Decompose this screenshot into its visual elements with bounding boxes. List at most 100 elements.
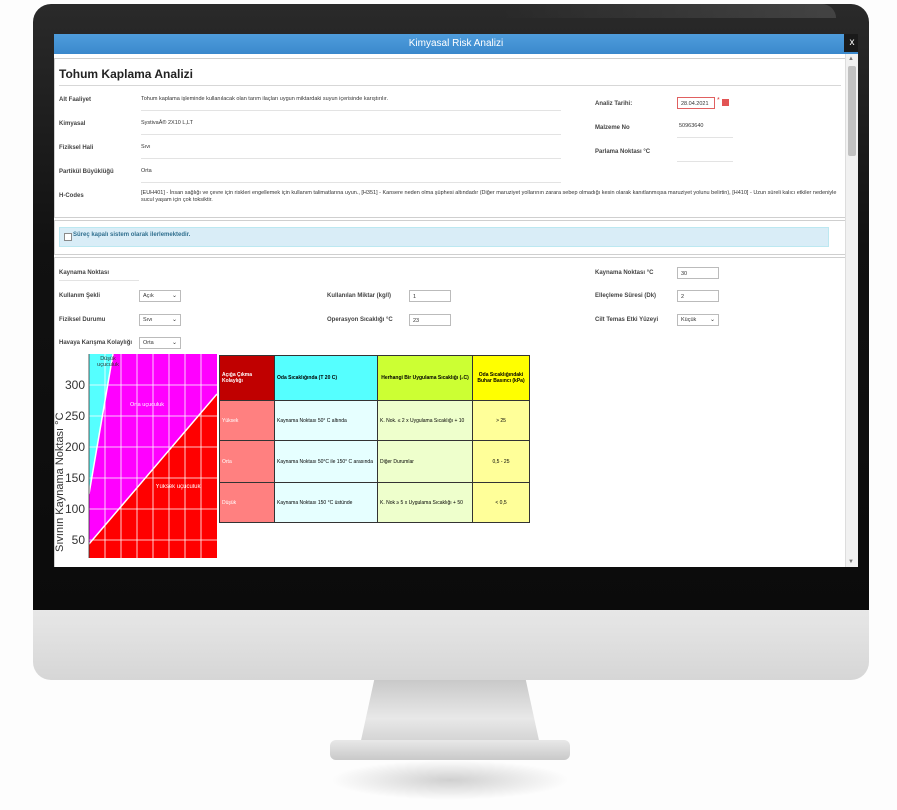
parlama-noktasi-label: Parlama Noktası °C	[595, 149, 651, 155]
havaya-karisma-select[interactable]: Orta ⌄	[139, 337, 181, 349]
screen: Kimyasal Risk Analizi x Tohum Kaplama An…	[54, 34, 858, 567]
kullanilan-miktar-input[interactable]: 1	[409, 290, 451, 302]
table-cell: Kaynama Noktası 150 °C üstünde	[274, 482, 378, 523]
page-title: Tohum Kaplama Analizi	[59, 67, 194, 81]
fiziksel-durumu-value: Sıvı	[143, 317, 153, 323]
monitor-reflection	[500, 4, 836, 18]
table-cell: Yüksek	[219, 400, 275, 441]
kimyasal-value: SystivaÂ® 2X10 L,LT	[141, 120, 193, 126]
info-bar: Süreç kapalı sistem olarak ilerlemektedi…	[59, 227, 829, 247]
havaya-karisma-label: Havaya Karışma Kolaylığı	[59, 340, 133, 346]
table-cell: Kaynama Noktası 50°C ile 150° C arasında	[274, 440, 378, 483]
modal-content: Tohum Kaplama Analizi Alt Faaliyet Tohum…	[54, 54, 846, 567]
chart-region-mid-label: Orta uçuculuk	[130, 402, 164, 408]
table-cell: < 0,5	[472, 482, 530, 523]
chart-y-tick: 250	[65, 409, 85, 423]
alt-faaliyet-label: Alt Faaliyet	[59, 97, 92, 103]
chevron-down-icon: ⌄	[171, 293, 177, 299]
analiz-tarihi-input[interactable]: 28.04.2021	[677, 97, 715, 109]
stand-shadow	[330, 760, 570, 800]
kimyasal-label: Kimyasal	[59, 121, 86, 127]
fiziksel-durumu-label: Fiziksel Durumu	[59, 317, 106, 323]
h-codes-label: H-Codes	[59, 193, 84, 199]
field-underline	[141, 110, 561, 111]
malzeme-no-label: Malzeme No	[595, 125, 630, 131]
field-underline	[141, 182, 561, 183]
field-underline	[59, 280, 139, 281]
closed-system-label: Süreç kapalı sistem olarak ilerlemektedi…	[73, 232, 191, 238]
exposure-panel: Kaynama Noktası Kullanım Şekli Açık ⌄ Fiz…	[54, 257, 846, 567]
table-cell: Kaynama Noktası 50° C altında	[274, 400, 378, 441]
table-row: Yüksek Kaynama Noktası 50° C altında K. …	[219, 400, 530, 441]
volatility-reference-table: Açığa Çıkma Kolaylığı Oda Sıcaklığında (…	[219, 355, 530, 523]
chevron-down-icon: ⌄	[171, 317, 177, 323]
field-underline	[141, 158, 561, 159]
table-row: Düşük Kaynama Noktası 150 °C üstünde K. …	[219, 482, 530, 523]
chart-region-low-label: Düşük uçuculuk	[97, 356, 119, 368]
table-cell: Diğer Durumlar	[377, 440, 473, 483]
etkilesme-suresi-label: Elleçleme Süresi (Dk)	[595, 293, 657, 299]
analysis-info-panel: Tohum Kaplama Analizi Alt Faaliyet Tohum…	[54, 58, 846, 218]
cilt-temas-select[interactable]: Küçük ⌄	[677, 314, 719, 326]
required-mark: *	[717, 97, 720, 104]
partikul-value: Orta	[141, 168, 152, 174]
kullanim-sekli-label: Kullanım Şekli	[59, 293, 101, 299]
table-header-cell: Herhangi Bir Uygulama Sıcaklığı (₀C)	[377, 355, 473, 401]
operasyon-sicakligi-label: Operasyon Sıcaklığı °C	[327, 317, 393, 323]
kaynama-noktasi-c-label: Kaynama Noktası °C	[595, 270, 654, 276]
closed-system-checkbox[interactable]	[64, 233, 72, 241]
havaya-karisma-value: Orta	[143, 340, 154, 346]
fiziksel-durumu-select[interactable]: Sıvı ⌄	[139, 314, 181, 326]
cilt-temas-label: Cilt Temas Etki Yüzeyi	[595, 317, 659, 323]
chart-y-tick: 100	[65, 502, 85, 516]
scroll-down-icon[interactable]: ▼	[848, 559, 854, 565]
etkilesme-suresi-input[interactable]: 2	[677, 290, 719, 302]
chart-region-high-label: Yüksek uçuculuk	[155, 484, 201, 490]
cilt-temas-value: Küçük	[681, 317, 697, 323]
h-codes-value: [EUH401] - İnsan sağlığı ve çevre için r…	[141, 190, 837, 203]
field-underline	[677, 137, 733, 138]
alt-faaliyet-value: Tohum kaplama işleminde kullanılacak ola…	[141, 96, 388, 102]
table-cell: K. Nok. ≤ 2 x Uygulama Sıcaklığı + 10	[377, 400, 473, 441]
monitor-stand-neck	[360, 679, 540, 745]
monitor-chin	[33, 598, 869, 680]
vertical-scrollbar[interactable]: ▲ ▼	[845, 54, 858, 567]
table-header-row: Açığa Çıkma Kolaylığı Oda Sıcaklığında (…	[219, 355, 530, 401]
scroll-up-icon[interactable]: ▲	[848, 56, 854, 62]
field-underline	[677, 161, 733, 162]
fiziksel-hali-label: Fiziksel Hali	[59, 145, 94, 151]
modal-title: Kimyasal Risk Analizi	[408, 38, 504, 49]
table-cell: 0,5 - 25	[472, 440, 530, 483]
kullanim-sekli-select[interactable]: Açık ⌄	[139, 290, 181, 302]
table-cell: K. Nok ≥ 5 x Uygulama Sıcaklığı + 50	[377, 482, 473, 523]
scrollbar-thumb[interactable]	[848, 66, 856, 156]
partikul-label: Partikül Büyüklüğü	[59, 169, 114, 175]
monitor-stand-base	[330, 740, 570, 760]
chart-y-tick: 150	[65, 471, 85, 485]
chevron-down-icon: ⌄	[709, 317, 715, 323]
field-underline	[141, 134, 561, 135]
fiziksel-hali-value: Sıvı	[141, 144, 151, 150]
table-header-cell: Oda Sıcaklığında (T 20 C)	[274, 355, 378, 401]
divider	[59, 85, 841, 86]
kullanim-sekli-value: Açık	[143, 293, 154, 299]
analiz-tarihi-label: Analiz Tarihi:	[595, 101, 633, 107]
close-button[interactable]: x	[844, 34, 858, 52]
malzeme-no-value: 50963640	[679, 123, 704, 129]
chart-y-tick: 300	[65, 378, 85, 392]
kaynama-noktasi-c-input[interactable]: 30	[677, 267, 719, 279]
volatility-chart: Sıvının Kaynama Noktası °C 300 250 200 1…	[55, 354, 217, 558]
table-cell: Düşük	[219, 482, 275, 523]
chart-y-tick: 200	[65, 440, 85, 454]
table-row: Orta Kaynama Noktası 50°C ile 150° C ara…	[219, 440, 530, 483]
calendar-icon[interactable]	[722, 99, 729, 106]
kullanilan-miktar-label: Kullanılan Miktar (kg/l)	[327, 293, 392, 299]
table-cell: Orta	[219, 440, 275, 483]
table-cell: > 25	[472, 400, 530, 441]
table-header-cell: Açığa Çıkma Kolaylığı	[219, 355, 275, 401]
chevron-down-icon: ⌄	[171, 340, 177, 346]
kaynama-noktasi-label: Kaynama Noktası	[59, 270, 110, 276]
operasyon-sicakligi-input[interactable]: 23	[409, 314, 451, 326]
table-header-cell: Oda Sıcaklığındaki Buhar Basıncı (kPa)	[472, 355, 530, 401]
closed-system-panel: Süreç kapalı sistem olarak ilerlemektedi…	[54, 220, 846, 255]
